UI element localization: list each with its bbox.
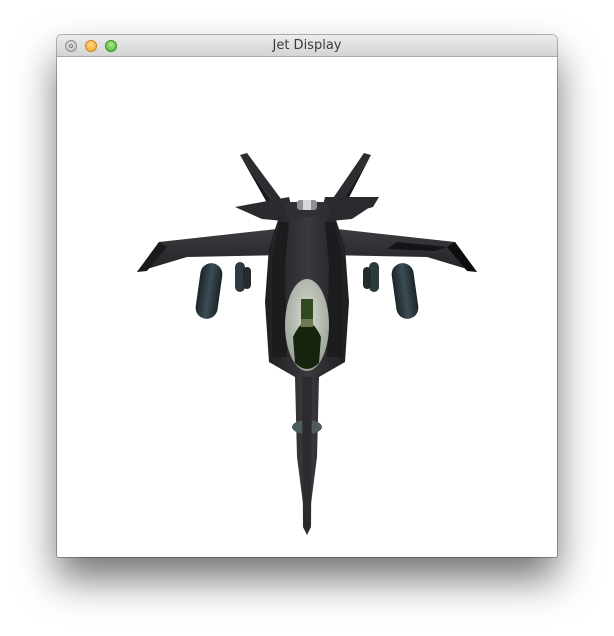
missile-right [363, 262, 379, 292]
window-title: Jet Display [272, 38, 342, 53]
canopy [285, 279, 329, 371]
fighter-jet-model [137, 153, 477, 535]
title-bar[interactable]: Jet Display [57, 35, 557, 57]
fuel-tank-left [195, 263, 223, 319]
fuel-tank-right [391, 263, 419, 319]
render-canvas[interactable] [57, 57, 557, 557]
app-window: Jet Display [57, 35, 557, 557]
missile-left [235, 262, 251, 292]
